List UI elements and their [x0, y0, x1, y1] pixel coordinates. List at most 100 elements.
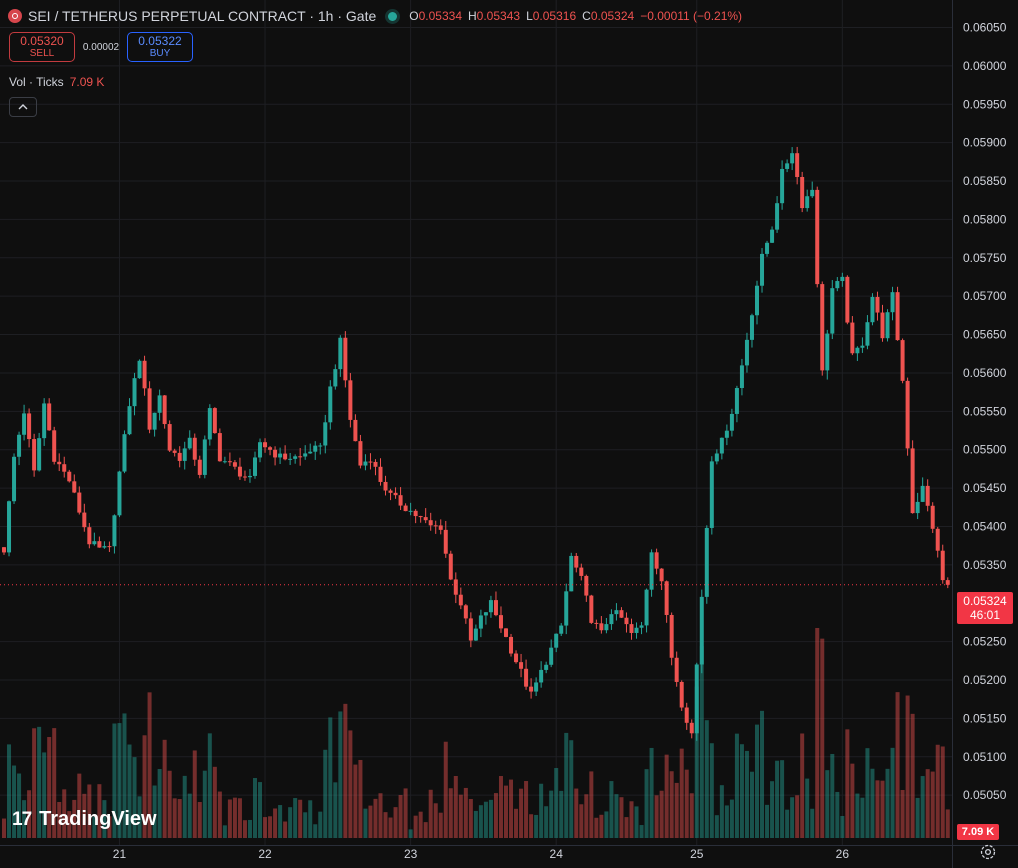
candle-body: [202, 439, 207, 475]
volume-bar: [368, 805, 373, 838]
candle-body: [920, 485, 925, 502]
candle-body: [463, 605, 468, 619]
candle-body: [428, 520, 433, 526]
volume-bar: [313, 824, 318, 838]
candle-body: [930, 505, 935, 529]
candle-body: [303, 453, 308, 457]
candle-body: [227, 461, 232, 463]
sell-button[interactable]: 0.05320 SELL: [9, 32, 75, 62]
volume-bar: [574, 788, 579, 838]
candle-body: [830, 288, 835, 334]
candle-body: [634, 627, 639, 633]
volume-bar: [453, 775, 458, 838]
volume-bar: [268, 816, 273, 838]
volume-bar: [825, 770, 830, 838]
candle-body: [92, 541, 97, 545]
candle-body: [800, 176, 805, 209]
buy-label: BUY: [149, 48, 171, 59]
volume-bar: [644, 769, 649, 838]
volume-bar: [298, 799, 303, 838]
volume-legend[interactable]: Vol · Ticks 7.09 K: [9, 75, 104, 89]
volume-bar: [202, 770, 207, 838]
volume-bar: [443, 741, 448, 838]
volume-bar: [664, 754, 669, 838]
collapse-legend-button[interactable]: [9, 97, 37, 117]
candle-body: [127, 406, 132, 435]
volume-bar: [333, 782, 338, 838]
volume-bar: [629, 801, 634, 838]
candle-body: [684, 707, 689, 723]
price-chart[interactable]: 0.06050 0.06000 0.05950 0.05900 0.05850 0.058…: [0, 0, 1018, 868]
candle-body: [534, 682, 539, 692]
volume-bar: [760, 710, 765, 838]
volume-bar: [915, 797, 920, 838]
candle-body: [599, 623, 604, 631]
price-axis-label: 0.06000: [963, 59, 1007, 73]
buy-button[interactable]: 0.05322 BUY: [127, 32, 193, 62]
candle-body: [82, 512, 87, 528]
candle-body: [875, 296, 880, 313]
candle-body: [232, 462, 237, 467]
candle-body: [102, 546, 107, 548]
volume-bar: [649, 747, 654, 838]
volume-bar: [308, 800, 313, 838]
candle-body: [514, 653, 519, 663]
candle-body: [604, 624, 609, 631]
volume-bar: [363, 808, 368, 838]
candle-body: [910, 448, 915, 514]
volume-bar: [393, 807, 398, 838]
volume-bar: [870, 768, 875, 838]
candle-body: [659, 568, 664, 582]
candle-body: [122, 434, 127, 472]
time-axis-label: 25: [690, 847, 704, 861]
candle-body: [755, 285, 759, 316]
candle-body: [418, 516, 423, 518]
volume-bar: [288, 807, 293, 838]
volume-bar: [348, 730, 353, 838]
volume-bar: [273, 808, 278, 838]
volume-bar: [403, 788, 408, 838]
candle-body: [413, 510, 418, 517]
candle-body: [77, 492, 82, 513]
volume-bar: [353, 764, 358, 838]
volume-bar: [689, 793, 694, 838]
volume-bar: [242, 820, 247, 838]
volume-value-label: 7.09 K: [957, 824, 999, 840]
volume-bar: [589, 771, 594, 838]
volume-bar: [805, 778, 810, 838]
candle-body: [825, 333, 830, 371]
volume-bar: [810, 808, 815, 838]
candle-body: [258, 442, 263, 458]
symbol-title[interactable]: SEI / TETHERUS PERPETUAL CONTRACT · 1h ·…: [28, 8, 376, 24]
ohlc-open: O0.05334: [409, 9, 462, 23]
time-axis-label: 23: [404, 847, 418, 861]
volume-bar: [604, 811, 609, 838]
candle-body: [142, 360, 147, 389]
volume-bar: [905, 695, 910, 838]
price-axis-label: 0.05400: [963, 519, 1007, 533]
volume-bar: [569, 740, 574, 838]
candle-body: [790, 153, 795, 164]
candle-body: [408, 510, 413, 512]
volume-bar: [614, 794, 619, 838]
gear-icon[interactable]: [978, 842, 998, 862]
candle-body: [67, 471, 72, 482]
candle-body: [694, 664, 699, 734]
candle-body: [815, 189, 820, 285]
candle-body: [639, 625, 644, 628]
ohlc-close: C0.05324: [582, 9, 635, 23]
tradingview-logo[interactable]: 17 TradingView: [12, 808, 157, 831]
candle-body: [629, 624, 634, 633]
candle-body: [865, 322, 870, 346]
candle-body: [12, 456, 17, 502]
price-axis-label: 0.05350: [963, 558, 1007, 572]
candle-body: [840, 276, 845, 282]
candle-body: [263, 442, 268, 448]
candle-body: [288, 458, 293, 460]
candle-body: [539, 669, 544, 683]
buy-price: 0.05322: [138, 34, 182, 48]
price-axis-label: 0.05450: [963, 481, 1007, 495]
ohlc-values: O0.05334 H0.05343 L0.05316 C0.05324 −0.0…: [409, 9, 742, 23]
volume-bar: [418, 811, 423, 838]
ohlc-low: L0.05316: [526, 9, 577, 23]
